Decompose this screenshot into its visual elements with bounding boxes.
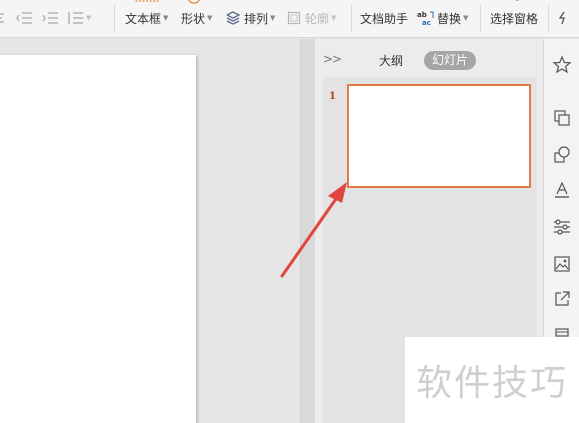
slide-thumbnail-selected[interactable]	[347, 84, 531, 188]
slide-page[interactable]	[0, 55, 196, 423]
increase-indent-icon[interactable]	[42, 7, 59, 29]
layers-icon	[226, 11, 241, 25]
chevron-down-icon: ▼	[463, 14, 469, 22]
selection-pane-label: 选择窗格	[490, 11, 539, 26]
settings-sliders-icon[interactable]	[552, 217, 572, 237]
divider	[114, 4, 115, 32]
chevron-down-icon: ▼	[163, 14, 169, 22]
line-spacing-icon[interactable]: ▼	[67, 7, 91, 29]
pane-header: >> 大纲 幻灯片	[315, 39, 543, 79]
text-box-label: 文本框	[125, 11, 162, 26]
divider	[351, 4, 352, 32]
tab-slides[interactable]: 幻灯片	[424, 51, 477, 70]
selection-pane-button[interactable]: 选择窗格	[490, 7, 538, 29]
outline-label: 轮廓	[305, 11, 330, 26]
replace-button[interactable]: ab ac 替换 ▼	[417, 7, 468, 29]
watermark: 软件技巧	[405, 337, 579, 423]
slide-canvas[interactable]	[0, 39, 300, 423]
tab-outline[interactable]: 大纲	[379, 52, 403, 69]
share-icon[interactable]	[552, 289, 572, 309]
shape-label: 形状	[181, 11, 206, 26]
more-tools-icon[interactable]	[558, 11, 570, 25]
ribbon-toolbar: ▼ 文本框 ▼ 形状 ▼ 排列 ▼ 轮廓 ▼ 文档助手 ab ac 替换 ▼ 选…	[0, 0, 579, 38]
outline-icon	[287, 11, 301, 25]
slide-number: 1	[329, 91, 336, 102]
arrange-label: 排列	[244, 11, 269, 26]
chevron-down-icon: ▼	[270, 14, 276, 22]
chevron-down-icon: ▼	[331, 14, 337, 22]
text-box-icon	[134, 0, 160, 2]
divider	[548, 4, 549, 32]
chevron-down-icon: ▼	[207, 14, 213, 22]
pane-splitter[interactable]	[300, 39, 315, 423]
arrange-button[interactable]: 排列 ▼	[225, 7, 275, 29]
selection-pane-icon	[515, 0, 520, 1]
svg-text:ab: ab	[417, 11, 427, 19]
replace-icon: ab ac	[417, 11, 434, 27]
picture-icon[interactable]	[552, 254, 572, 274]
chevron-down-icon: ▼	[86, 14, 92, 22]
shape-icon	[188, 0, 200, 4]
svg-text:ac: ac	[422, 19, 431, 27]
decrease-indent-icon[interactable]	[16, 7, 33, 29]
copy-icon[interactable]	[552, 108, 572, 128]
text-fill-icon[interactable]	[552, 180, 572, 200]
replace-label: 替换	[437, 11, 462, 26]
shapes-icon[interactable]	[552, 145, 572, 165]
text-box-button[interactable]: 文本框 ▼	[125, 7, 168, 29]
star-icon[interactable]	[552, 55, 572, 75]
shape-button[interactable]: 形状 ▼	[181, 7, 212, 29]
collapse-pane-icon[interactable]: >>	[323, 52, 342, 66]
divider	[480, 4, 481, 32]
align-icon[interactable]	[0, 7, 6, 29]
document-assistant-button[interactable]: 文档助手	[360, 7, 408, 29]
outline-button[interactable]: 轮廓 ▼	[287, 7, 336, 29]
document-assistant-label: 文档助手	[360, 11, 409, 26]
